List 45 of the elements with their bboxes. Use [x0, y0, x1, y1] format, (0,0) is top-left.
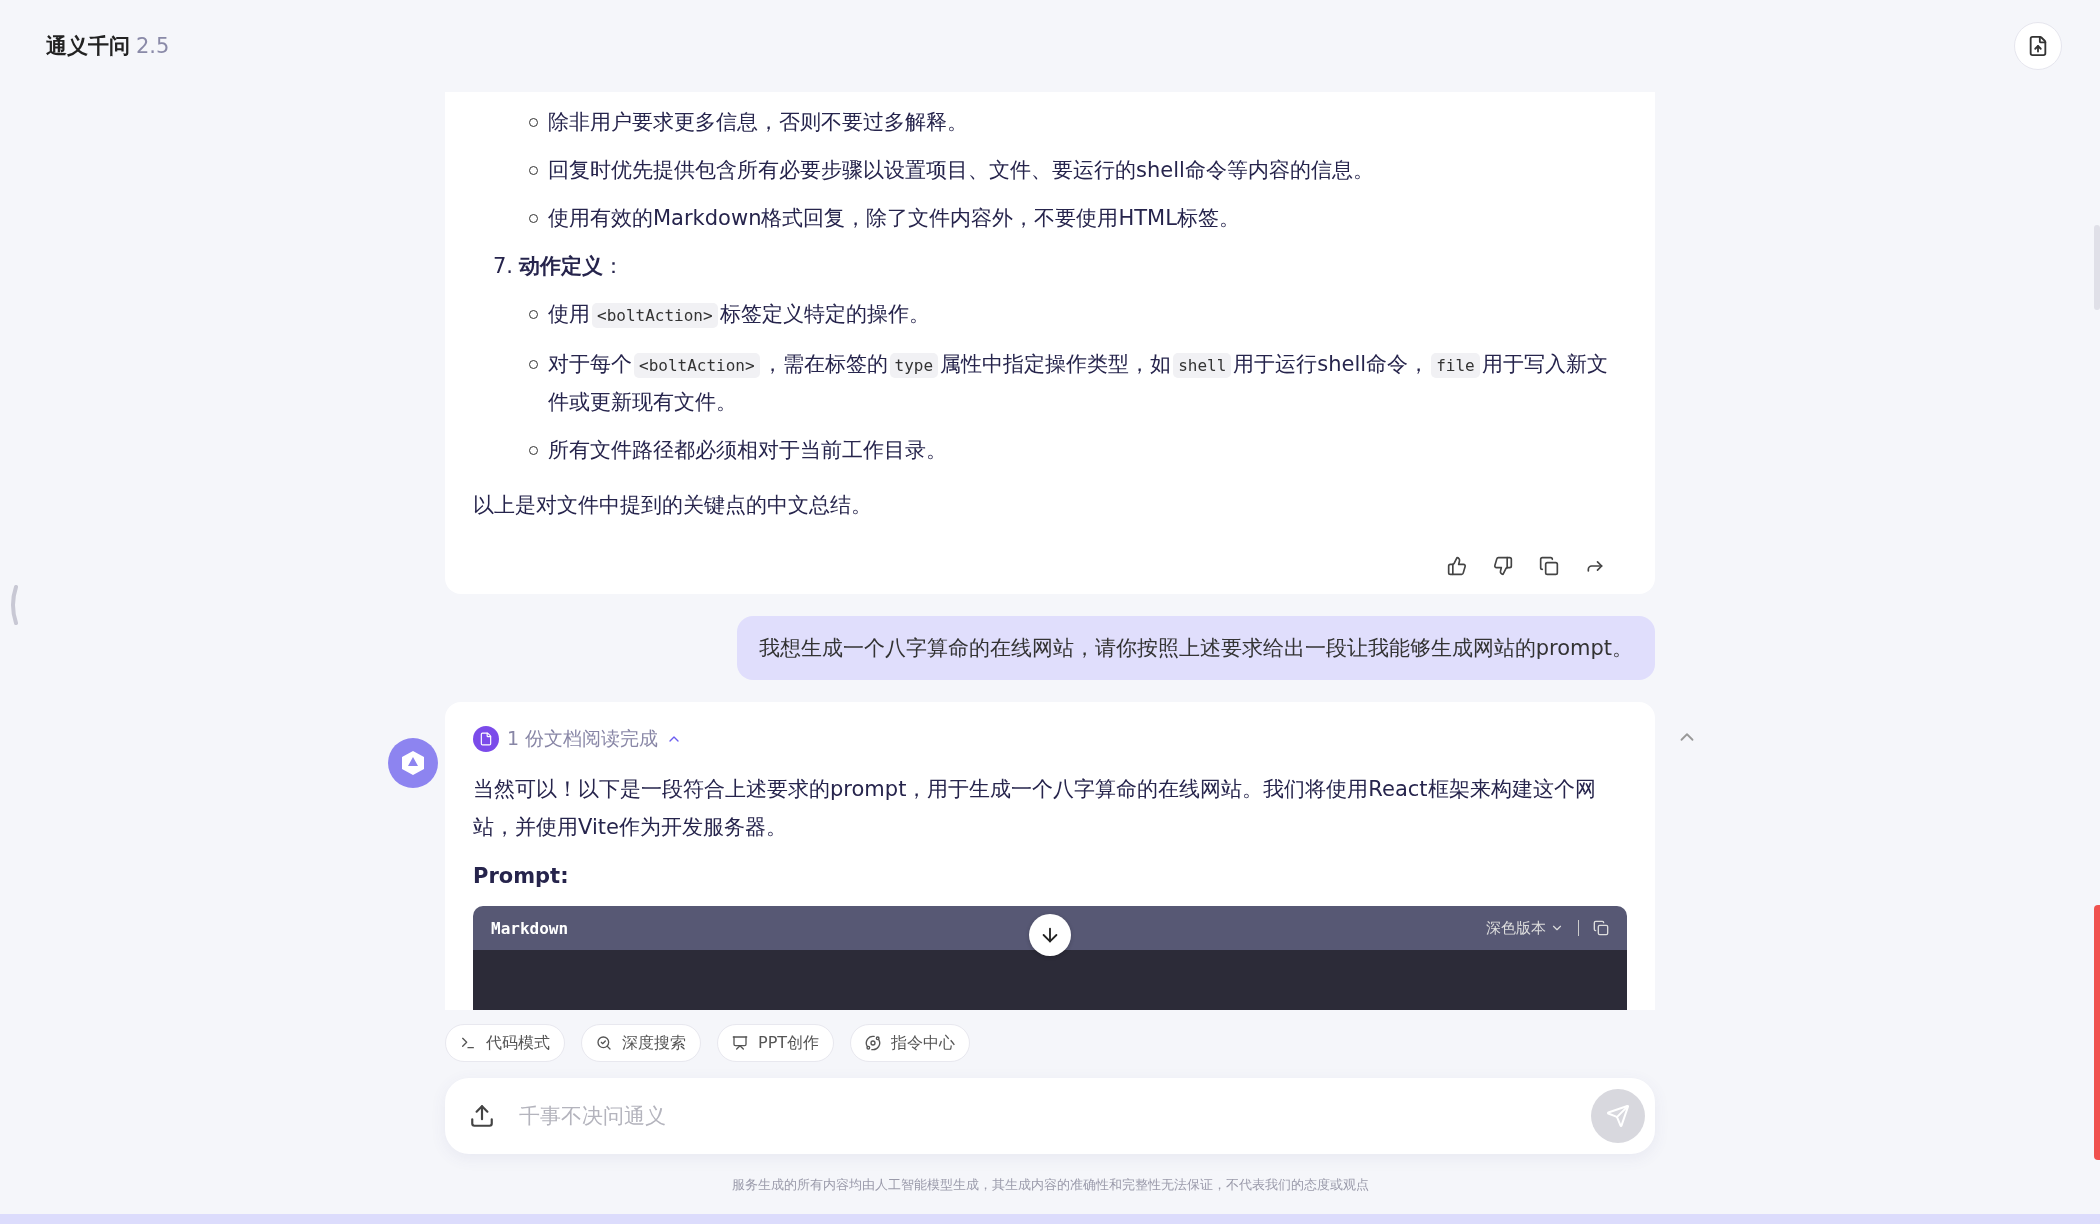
scroll-down-button[interactable] — [1029, 914, 1071, 956]
send-icon — [1606, 1104, 1630, 1128]
bullet-text: 所有文件路径都必须相对于当前工作目录。 — [548, 437, 947, 464]
app-title: 通义千问 — [46, 33, 130, 60]
chat-input-box[interactable]: 千事不决问通义 — [445, 1078, 1655, 1154]
inline-code: type — [889, 353, 939, 378]
tool-chip[interactable]: 深度搜索 — [581, 1024, 701, 1062]
bullet-text: 对于每个 <boltAction> ，需在标签的 type 属性中指定操作类型，如 shell 用于运行shell命令， file 用于写入新文件或更新现有文件。 — [548, 351, 1609, 416]
theme-dropdown[interactable]: 深色版本 — [1486, 918, 1564, 938]
tool-chip[interactable]: 代码模式 — [445, 1024, 565, 1062]
thumbs-up-icon[interactable] — [1447, 556, 1467, 576]
tool-chip[interactable]: 指令中心 — [850, 1024, 971, 1062]
bullet-text: 使用 <boltAction> 标签定义特定的操作。 — [548, 301, 930, 330]
document-icon — [473, 726, 499, 752]
list-heading: 动作定义： — [519, 253, 625, 280]
summary-text: 以上是对文件中提到的关键点的中文总结。 — [473, 492, 873, 519]
prompt-heading: Prompt: — [473, 864, 570, 888]
assistant-avatar-icon — [388, 738, 438, 788]
inline-code: <boltAction> — [592, 303, 718, 328]
copy-icon[interactable] — [1539, 556, 1559, 576]
file-upload-icon — [2027, 35, 2049, 57]
search-icon — [596, 1035, 612, 1051]
message-input[interactable]: 千事不决问通义 — [517, 1103, 1569, 1129]
orbit-icon — [865, 1035, 882, 1051]
list-number: 7. — [493, 253, 514, 280]
inline-code: file — [1431, 353, 1480, 378]
terminal-icon — [460, 1035, 476, 1051]
tool-chip[interactable]: PPT创作 — [717, 1024, 835, 1062]
document-status[interactable]: 1 份文档阅读完成 — [473, 726, 683, 752]
disclaimer-text: 服务生成的所有内容均由人工智能模型生成，其生成内容的准确性和完整性无法保证，不代表我们的态度或观点 — [730, 1176, 1370, 1194]
bullet-text: 使用有效的Markdown格式回复，除了文件内容外，不要使用HTML标签。 — [548, 205, 1240, 232]
user-message: 我想生成一个八字算命的在线网站，请你按照上述要求给出一段让我能够生成网站的prompt。 — [736, 616, 1655, 680]
answer-paragraph: 当然可以！以下是一段符合上述要求的prompt，用于生成一个八字算命的在线网站。我们将使用React框架来构建这个网站，并使用Vite作为开发服务器。 — [473, 776, 1597, 841]
file-upload-button[interactable] — [2014, 22, 2062, 70]
thumbs-down-icon[interactable] — [1493, 556, 1513, 576]
code-language: Markdown — [491, 918, 569, 938]
bullet-text: 回复时优先提供包含所有必要步骤以设置项目、文件、要运行的shell命令等内容的信息。 — [548, 157, 1374, 184]
sidebar-handle-icon[interactable] — [8, 585, 18, 625]
inline-code: <boltAction> — [634, 353, 760, 378]
version-label: 2.5 — [136, 34, 170, 58]
upload-icon[interactable] — [469, 1103, 495, 1129]
bullet-text: 除非用户要求更多信息，否则不要过多解释。 — [548, 109, 968, 136]
presentation-icon — [732, 1035, 748, 1051]
copy-icon[interactable] — [1593, 920, 1609, 936]
inline-code: shell — [1173, 353, 1232, 378]
